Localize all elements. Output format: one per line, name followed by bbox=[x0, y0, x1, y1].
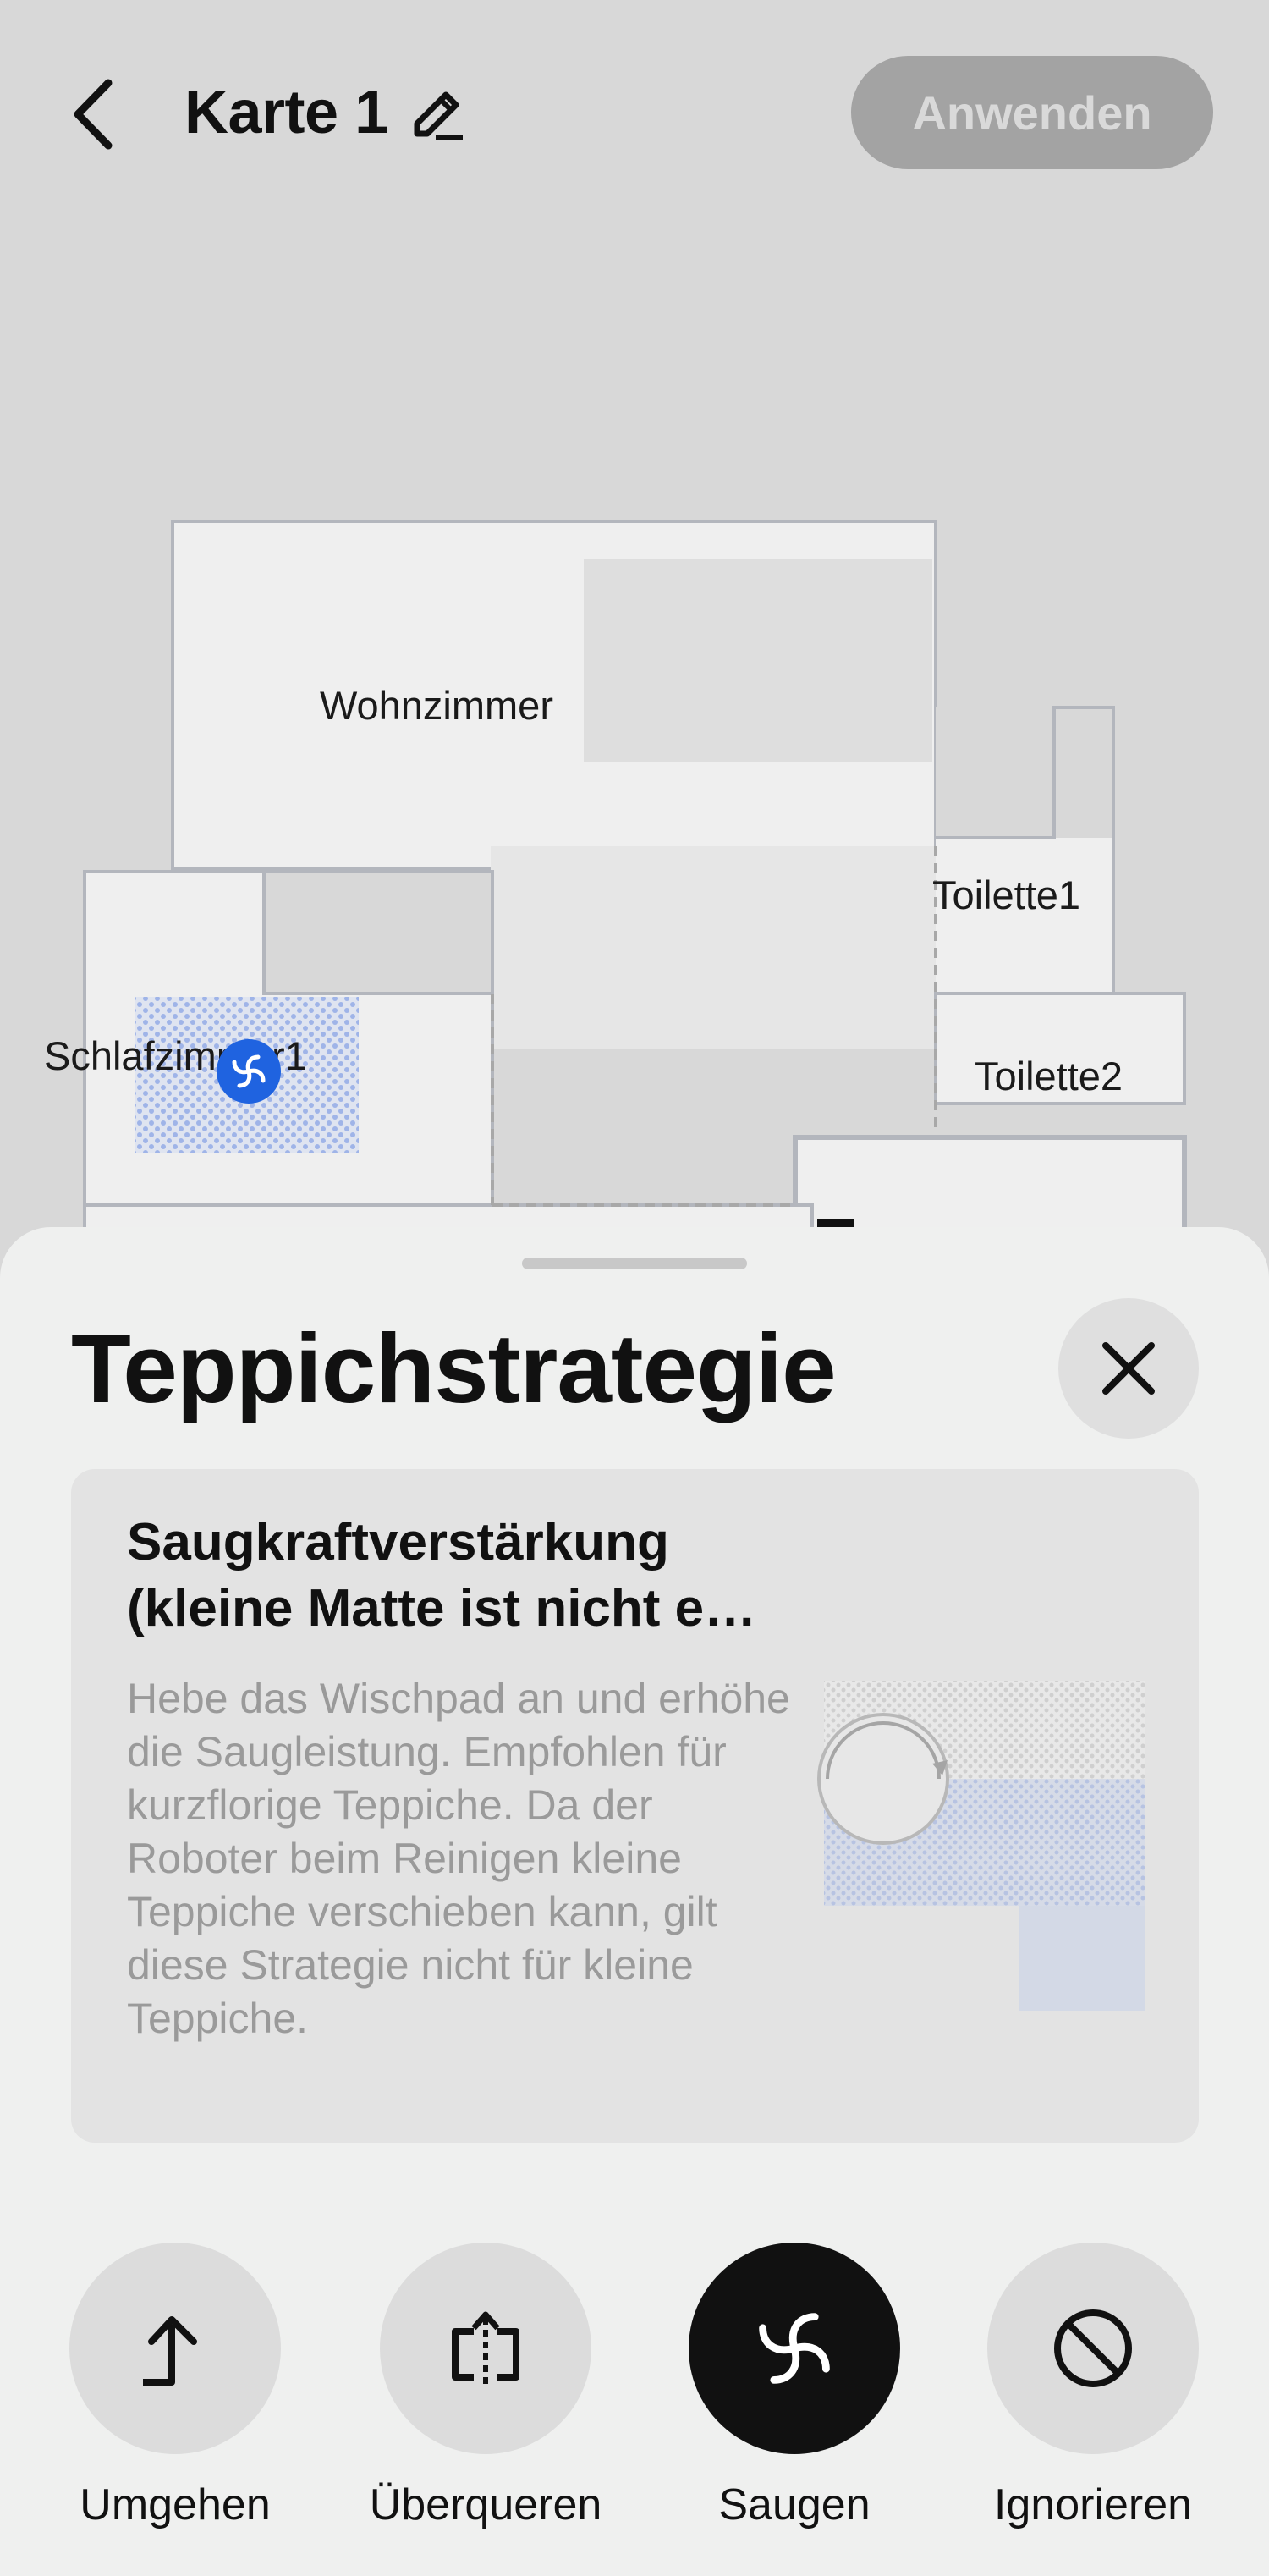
room-label-toilette1[interactable]: Toilette1 bbox=[932, 872, 1080, 918]
option-ueberqueren[interactable]: Überqueren bbox=[363, 2243, 608, 2530]
close-icon bbox=[1102, 1342, 1155, 1395]
option-ignorieren-label: Ignorieren bbox=[993, 2480, 1193, 2529]
vacuum-fan-icon bbox=[759, 2313, 830, 2384]
floor-plan-drawing bbox=[83, 520, 1187, 1236]
option-saugen-button[interactable] bbox=[689, 2243, 900, 2454]
option-saugen[interactable]: Saugen bbox=[672, 2243, 917, 2530]
sheet-title: Teppichstrategie bbox=[71, 1313, 837, 1423]
ignore-icon bbox=[1054, 2309, 1132, 2387]
cross-over-icon bbox=[452, 2311, 519, 2384]
pencil-icon bbox=[414, 91, 463, 140]
vacuum-fan-icon bbox=[232, 1054, 266, 1088]
robot-marker[interactable] bbox=[217, 1039, 281, 1104]
back-button[interactable] bbox=[59, 68, 127, 161]
carpet-illustration bbox=[817, 1681, 1145, 2011]
map-title: Karte 1 bbox=[184, 79, 388, 146]
strategy-info-card: Saugkraftverstärkung (kleine Matte ist n… bbox=[71, 1469, 1199, 2143]
strategy-options: Umgehen Überqueren Saugen Ignorieren bbox=[0, 2243, 1269, 2564]
sheet-drag-handle[interactable] bbox=[522, 1258, 747, 1269]
header-bar: Karte 1 Anwenden bbox=[0, 0, 1269, 228]
edit-title-button[interactable] bbox=[410, 85, 466, 140]
chevron-left-icon bbox=[74, 79, 113, 150]
room-label-toilette2[interactable]: Toilette2 bbox=[975, 1053, 1123, 1099]
option-ueberqueren-button[interactable] bbox=[380, 2243, 591, 2454]
option-umgehen[interactable]: Umgehen bbox=[52, 2243, 298, 2530]
strategy-description: Hebe das Wischpad an und erhöhe die Saug… bbox=[127, 1675, 790, 2042]
apply-button[interactable]: Anwenden bbox=[851, 56, 1213, 169]
map-title-group: Karte 1 bbox=[184, 74, 466, 151]
strategy-title: Saugkraftverstärkung (kleine Matte ist n… bbox=[127, 1513, 757, 1638]
carpet-strategy-sheet: Teppichstrategie Saugkraftverstärkung (k… bbox=[0, 1227, 1269, 2576]
floor-map[interactable]: Wohnzimmer Toilette1 Schlafzimmer1 Toile… bbox=[0, 474, 1269, 1236]
option-saugen-label: Saugen bbox=[718, 2480, 871, 2529]
close-button[interactable] bbox=[1058, 1298, 1199, 1439]
option-ignorieren-button[interactable] bbox=[987, 2243, 1199, 2454]
option-umgehen-button[interactable] bbox=[69, 2243, 281, 2454]
option-ignorieren[interactable]: Ignorieren bbox=[970, 2243, 1216, 2530]
avoid-arrow-icon bbox=[143, 2316, 197, 2386]
room-label-wohnzimmer[interactable]: Wohnzimmer bbox=[320, 682, 553, 729]
option-ueberqueren-label: Überqueren bbox=[369, 2480, 602, 2529]
option-umgehen-label: Umgehen bbox=[80, 2480, 271, 2529]
